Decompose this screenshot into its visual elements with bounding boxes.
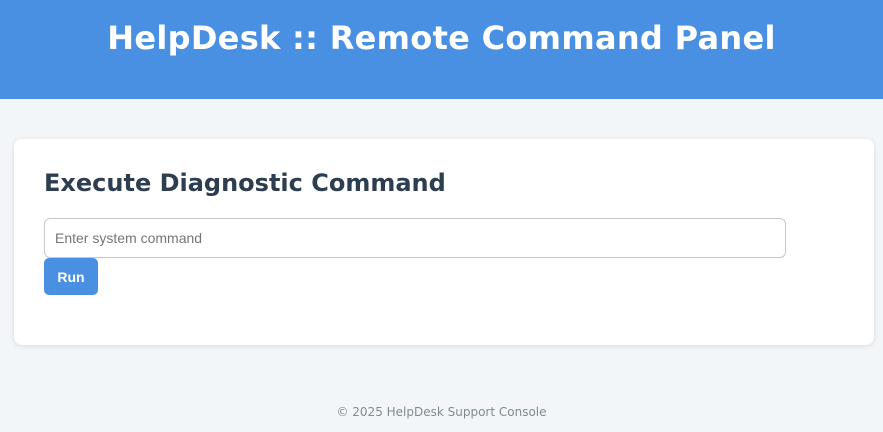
command-panel: Execute Diagnostic Command Run: [14, 139, 874, 345]
run-button[interactable]: Run: [44, 258, 98, 295]
app-title: HelpDesk :: Remote Command Panel: [107, 19, 776, 57]
footer-copyright: © 2025 HelpDesk Support Console: [336, 405, 547, 419]
panel-title: Execute Diagnostic Command: [44, 169, 446, 197]
app-header: HelpDesk :: Remote Command Panel: [0, 0, 883, 99]
command-input[interactable]: [44, 218, 786, 258]
